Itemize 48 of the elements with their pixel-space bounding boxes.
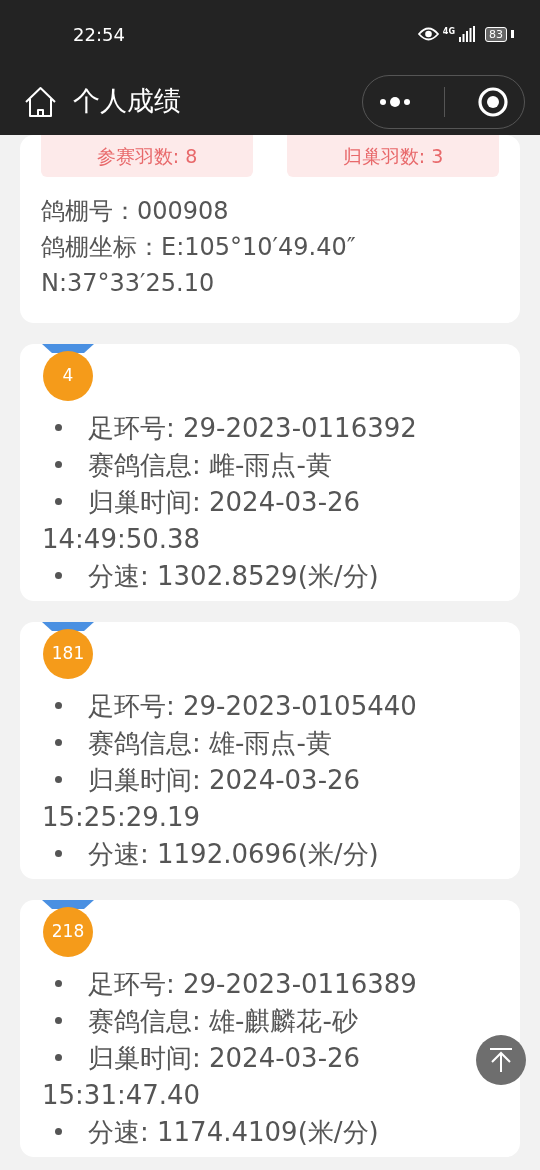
bullet-icon [55, 497, 62, 505]
info-text: 鸽棚坐标：E:105°10′49.40″ N:37°33′25.10 [41, 232, 357, 299]
info-text: 鸽棚号：000908 [41, 196, 230, 227]
bullet-icon [55, 701, 62, 709]
record-field: 归巢时间: 2024-03-26 [88, 1043, 361, 1073]
page-title: 个人成绩 [73, 84, 181, 119]
record-field: 分速: 1192.0696(米/分) [88, 839, 379, 869]
more-icon[interactable] [379, 95, 412, 108]
record-field-continuation: 14:49:50.38 [42, 523, 202, 556]
bullet-icon [55, 460, 62, 468]
ribbon-icon [42, 900, 94, 909]
stat-tag: 归巢羽数: 3 [287, 135, 499, 177]
ribbon-icon [42, 622, 94, 631]
rank-badge: 218 [43, 907, 93, 957]
record-field: 足环号: 29-2023-0105440 [88, 691, 417, 721]
arrow-up-icon [489, 1047, 513, 1073]
bullet-icon [55, 775, 62, 783]
record-field: 足环号: 29-2023-0116389 [88, 969, 417, 999]
bullet-icon [55, 849, 62, 857]
bullet-icon [55, 1127, 62, 1135]
status-time: 22:54 [73, 22, 125, 47]
record-field: 归巢时间: 2024-03-26 [88, 487, 361, 517]
signal-icon [459, 26, 475, 42]
battery-tip-icon [511, 30, 514, 38]
stat-tag: 参赛羽数: 8 [41, 135, 253, 177]
record-field: 归巢时间: 2024-03-26 [88, 765, 361, 795]
bullet-icon [55, 1016, 62, 1024]
rank-badge: 181 [43, 629, 93, 679]
ribbon-icon [42, 344, 94, 353]
bullet-icon [55, 738, 62, 746]
rank-badge: 4 [43, 351, 93, 401]
bullet-icon [55, 571, 62, 579]
battery-indicator: 83 [485, 26, 507, 42]
bullet-icon [55, 423, 62, 431]
record-field: 分速: 1302.8529(米/分) [88, 561, 379, 591]
eye-icon [417, 27, 439, 41]
record-field-continuation: 15:31:47.40 [42, 1079, 202, 1112]
close-icon[interactable] [477, 86, 508, 117]
network-label: 4G [442, 28, 455, 36]
record-field-continuation: 15:25:29.19 [42, 801, 202, 834]
record-field: 足环号: 29-2023-0116392 [88, 413, 417, 443]
home-icon[interactable] [24, 85, 57, 118]
record-field: 赛鸽信息: 雄-雨点-黄 [88, 728, 332, 758]
bullet-icon [55, 1053, 62, 1061]
record-field: 赛鸽信息: 雄-麒麟花-砂 [88, 1006, 358, 1036]
bullet-icon [55, 979, 62, 987]
record-field: 分速: 1174.4109(米/分) [88, 1117, 379, 1147]
record-field: 赛鸽信息: 雌-雨点-黄 [88, 450, 332, 480]
